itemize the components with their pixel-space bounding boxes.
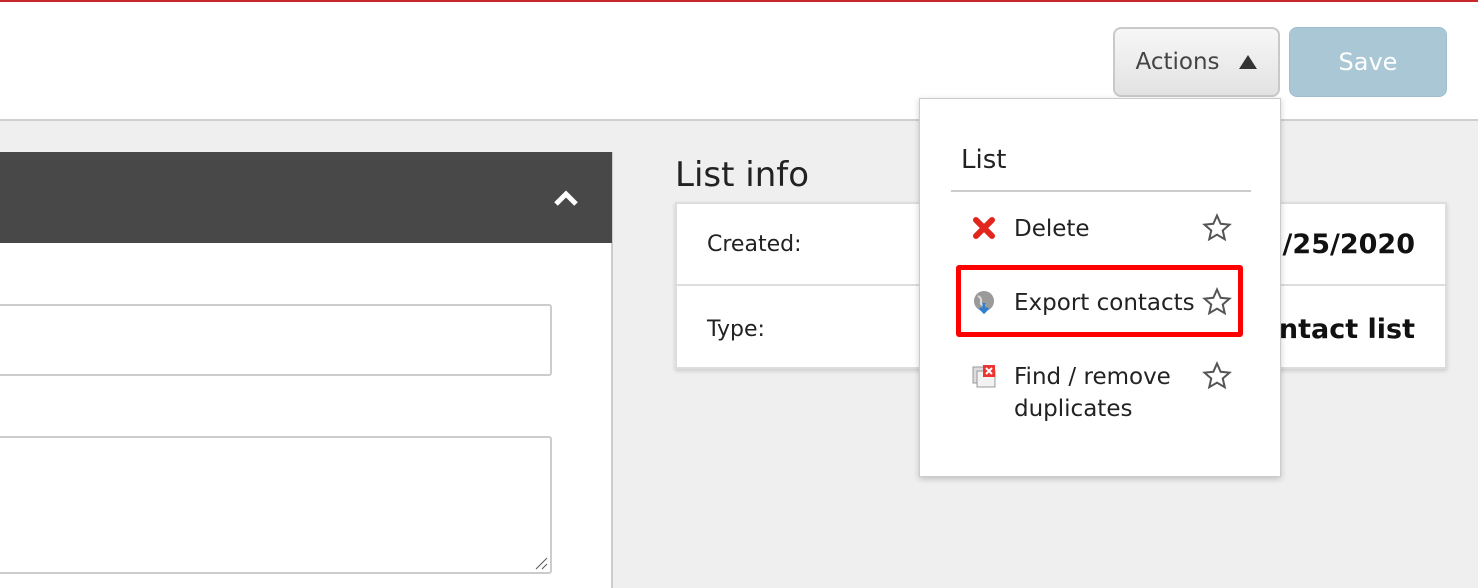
info-label: Type:: [707, 316, 765, 342]
list-name-input[interactable]: [0, 304, 552, 376]
info-value: 1/25/2020: [1263, 228, 1415, 260]
list-details-panel: [0, 152, 613, 588]
list-description-textarea[interactable]: [0, 436, 552, 574]
menu-item-find-remove-duplicates[interactable]: Find / remove duplicates: [972, 361, 1232, 425]
highlight-box: [956, 265, 1243, 337]
menu-item-label: Delete: [1014, 216, 1090, 242]
chevron-up-icon[interactable]: [552, 188, 580, 208]
star-icon[interactable]: [1202, 213, 1232, 243]
list-info-title: List info: [675, 155, 810, 195]
duplicates-icon: [972, 365, 996, 388]
triangle-up-icon: [1238, 55, 1257, 69]
resize-grip-icon[interactable]: [534, 556, 548, 570]
panel-header: [0, 152, 612, 243]
info-label: Created:: [707, 231, 802, 257]
menu-section-title: List: [961, 145, 1007, 175]
star-icon[interactable]: [1202, 361, 1232, 391]
menu-item-label: Find / remove duplicates: [1014, 364, 1171, 422]
menu-divider: [951, 190, 1251, 192]
actions-label: Actions: [1135, 49, 1220, 75]
delete-x-icon: [973, 217, 995, 239]
menu-item-delete[interactable]: Delete: [972, 213, 1232, 245]
save-button[interactable]: Save: [1289, 27, 1447, 97]
actions-button[interactable]: Actions: [1113, 27, 1280, 97]
info-value: ontact list: [1260, 313, 1415, 345]
